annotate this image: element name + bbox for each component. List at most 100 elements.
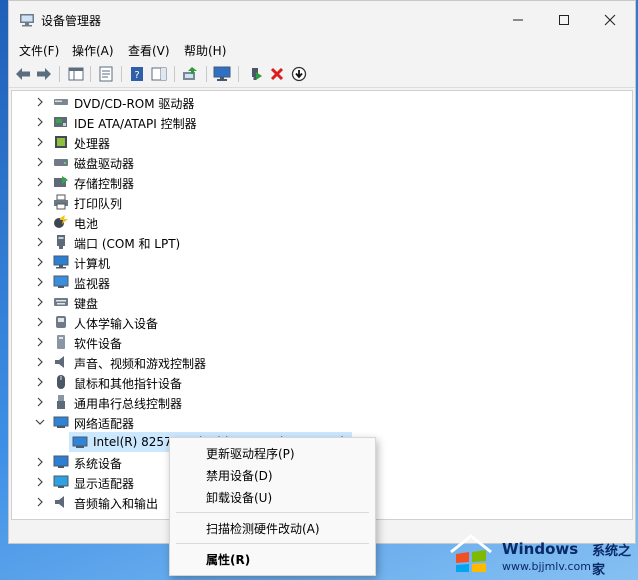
tree-item-battery[interactable]: 电池 [12,212,630,232]
tree-item-label: 网络适配器 [74,417,135,431]
tree-item-usb-controller[interactable]: 通用串行总线控制器 [12,392,630,412]
tree-item-disk-drive[interactable]: 磁盘驱动器 [12,152,630,172]
tree-item-label: 计算机 [74,257,111,271]
svg-text:?: ? [134,70,139,81]
chevron-right-icon[interactable] [34,96,46,108]
chevron-right-icon[interactable] [34,136,46,148]
tree-item-monitor[interactable]: 监视器 [12,272,630,292]
chevron-right-icon[interactable] [34,276,46,288]
back-button[interactable] [13,64,33,84]
delete-x-icon [270,67,284,81]
chevron-right-icon[interactable] [34,316,46,328]
chevron-right-icon[interactable] [34,356,46,368]
toolbar-separator [90,66,91,82]
menu-item-uninstall-device[interactable]: 卸载设备(U) [206,489,272,506]
chevron-right-icon[interactable] [34,236,46,248]
tree-item-software-device[interactable]: 软件设备 [12,332,630,352]
title-bar: 设备管理器 [9,1,635,39]
chevron-right-icon[interactable] [34,476,46,488]
properties-sheet-icon [99,66,113,82]
chevron-right-icon[interactable] [34,396,46,408]
watermark-site-name: 系统之家 [592,544,632,578]
menu-item-scan-hardware[interactable]: 扫描检测硬件改动(A) [206,520,320,537]
chevron-right-icon[interactable] [34,196,46,208]
tree-item-print-queue[interactable]: 打印队列 [12,192,630,212]
chevron-right-icon[interactable] [34,376,46,388]
chevron-down-icon[interactable] [34,416,46,428]
action-pane-button[interactable] [149,64,169,84]
tree-item-label: 声音、视频和游戏控制器 [74,357,207,371]
tree-item-storage-controller[interactable]: 存储控制器 [12,172,630,192]
maximize-icon [559,15,569,25]
menu-file[interactable]: 文件(F) [19,42,59,59]
port-icon [57,235,65,249]
menu-item-disable-device[interactable]: 禁用设备(D) [206,467,273,484]
tree-item-computer[interactable]: 计算机 [12,252,630,272]
processor-icon [55,136,67,148]
tree-item-hid[interactable]: 人体学输入设备 [12,312,630,332]
tree-item-label: IDE ATA/ATAPI 控制器 [74,117,197,131]
ide-controller-icon [54,117,67,127]
chevron-right-icon[interactable] [34,336,46,348]
disable-device-toolbar-button[interactable] [289,64,309,84]
minimize-button[interactable] [495,1,541,39]
show-hide-tree-button[interactable] [66,64,86,84]
tree-item-dvd-rom[interactable]: DVD/CD-ROM 驱动器 [12,92,630,112]
chevron-right-icon[interactable] [34,216,46,228]
chevron-right-icon[interactable] [34,496,46,508]
help-toolbar-button[interactable]: ? [127,64,147,84]
system-device-icon [53,455,69,468]
console-tree-icon [68,67,84,81]
properties-toolbar-button[interactable] [96,64,116,84]
toolbar-separator [121,66,122,82]
computer-icon [53,255,69,269]
tree-item-ide-controller[interactable]: IDE ATA/ATAPI 控制器 [12,112,630,132]
menu-item-update-driver[interactable]: 更新驱动程序(P) [206,445,295,462]
update-driver-toolbar-button[interactable] [180,64,200,84]
toolbar-separator [59,66,60,82]
tree-item-label: 通用串行总线控制器 [74,397,183,411]
scan-hardware-toolbar-button[interactable] [212,64,232,84]
chevron-right-icon[interactable] [34,256,46,268]
close-button[interactable] [587,1,633,39]
chevron-right-icon[interactable] [34,116,46,128]
enable-device-icon [252,68,262,80]
dvd-drive-icon [54,99,68,105]
usb-icon [57,395,65,409]
maximize-button[interactable] [541,1,587,39]
network-adapter-icon [53,416,69,428]
toolbar-separator [206,66,207,82]
tree-item-network-adapters[interactable]: 网络适配器 [12,412,630,432]
menu-item-properties[interactable]: 属性(R) [206,551,250,568]
printer-icon [54,194,68,210]
device-manager-app-icon [20,14,34,27]
chevron-right-icon[interactable] [34,456,46,468]
tree-item-mouse[interactable]: 鼠标和其他指针设备 [12,372,630,392]
tree-item-label: DVD/CD-ROM 驱动器 [74,97,195,111]
tree-item-label: 电池 [74,217,99,231]
back-arrow-icon [16,68,30,80]
enable-device-toolbar-button[interactable] [245,64,265,84]
toolbar: ? [9,61,635,88]
chevron-right-icon[interactable] [34,176,46,188]
tree-item-keyboard[interactable]: 键盘 [12,292,630,312]
monitor-icon [53,275,69,288]
software-device-icon [57,335,65,349]
menu-action[interactable]: 操作(A) [72,42,114,59]
menu-view[interactable]: 查看(V) [128,42,170,59]
minimize-icon [513,19,523,21]
menu-separator [176,512,369,513]
menu-separator [176,543,369,544]
disk-drive-icon [54,159,68,166]
forward-button[interactable] [34,64,54,84]
chevron-right-icon[interactable] [34,156,46,168]
chevron-right-icon[interactable] [34,296,46,308]
tree-item-ports[interactable]: 端口 (COM 和 LPT) [12,232,630,252]
tree-item-processor[interactable]: 处理器 [12,132,630,152]
tree-item-sound-controller[interactable]: 声音、视频和游戏控制器 [12,352,630,372]
tree-item-label: 键盘 [74,297,99,311]
menu-bar: 文件(F) 操作(A) 查看(V) 帮助(H) [9,39,635,61]
tree-item-label: 系统设备 [74,457,123,471]
uninstall-device-toolbar-button[interactable] [267,64,287,84]
menu-help[interactable]: 帮助(H) [184,42,226,59]
